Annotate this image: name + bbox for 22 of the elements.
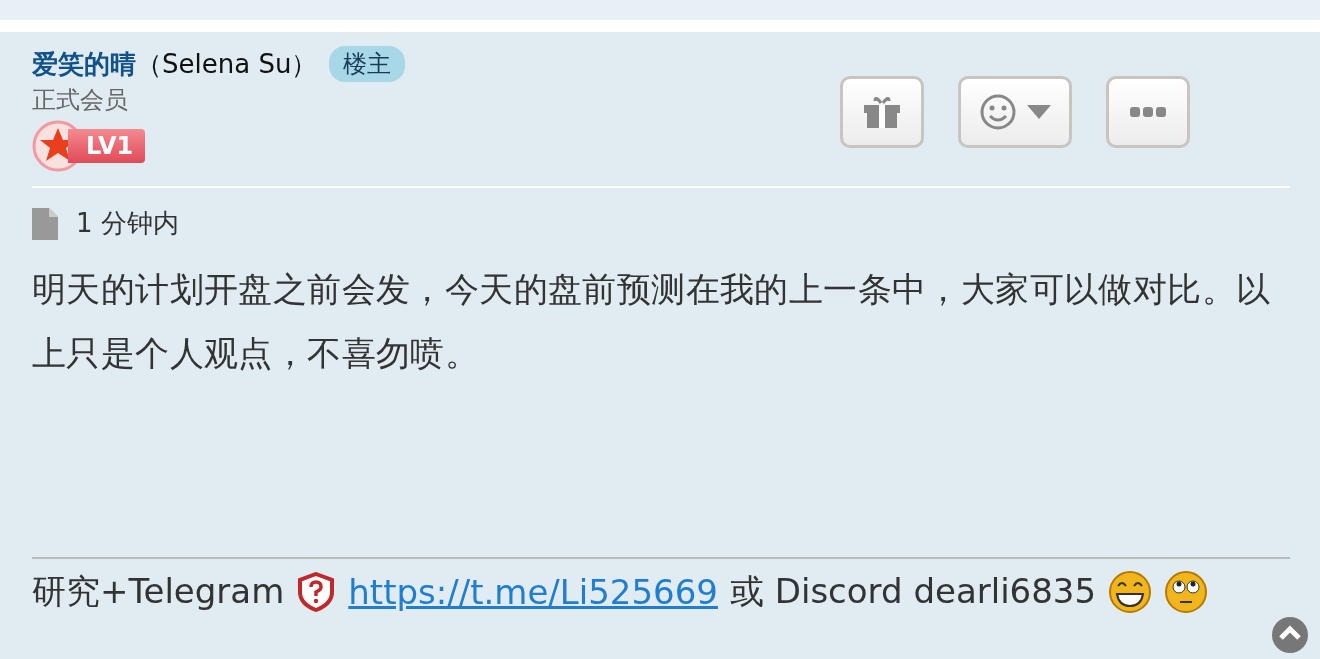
document-icon	[32, 207, 58, 240]
caret-icon	[1027, 105, 1051, 119]
author-name[interactable]: 爱笑的晴	[32, 46, 136, 82]
post-body: 明天的计划开盘之前会发，今天的盘前预测在我的上一条中，大家可以做对比。以上只是个人观点，不喜勿喷。	[32, 268, 1272, 375]
member-role: 正式会员	[32, 85, 129, 116]
more-button[interactable]	[1106, 76, 1190, 148]
shield-icon	[296, 572, 337, 612]
gift-button[interactable]	[840, 76, 924, 148]
smiley-icon	[979, 93, 1017, 131]
more-icon	[1130, 106, 1166, 118]
signature-text: 或 Discord dearli6835	[729, 570, 1097, 613]
scroll-top-icon[interactable]	[1272, 617, 1308, 653]
signature-text: 研究+Telegram	[32, 570, 285, 613]
level-badge: LV1	[68, 129, 146, 163]
gift-icon	[863, 95, 901, 129]
author-badge: 楼主	[329, 46, 406, 82]
grin-emoji-icon	[1108, 570, 1153, 614]
author-alias: （Selena Su）	[136, 47, 318, 81]
eye-roll-emoji-icon	[1164, 570, 1209, 614]
reaction-button[interactable]	[958, 76, 1072, 148]
post-time: 1 分钟内	[76, 207, 179, 240]
telegram-link[interactable]: https://t.me/Li525669	[348, 572, 718, 612]
